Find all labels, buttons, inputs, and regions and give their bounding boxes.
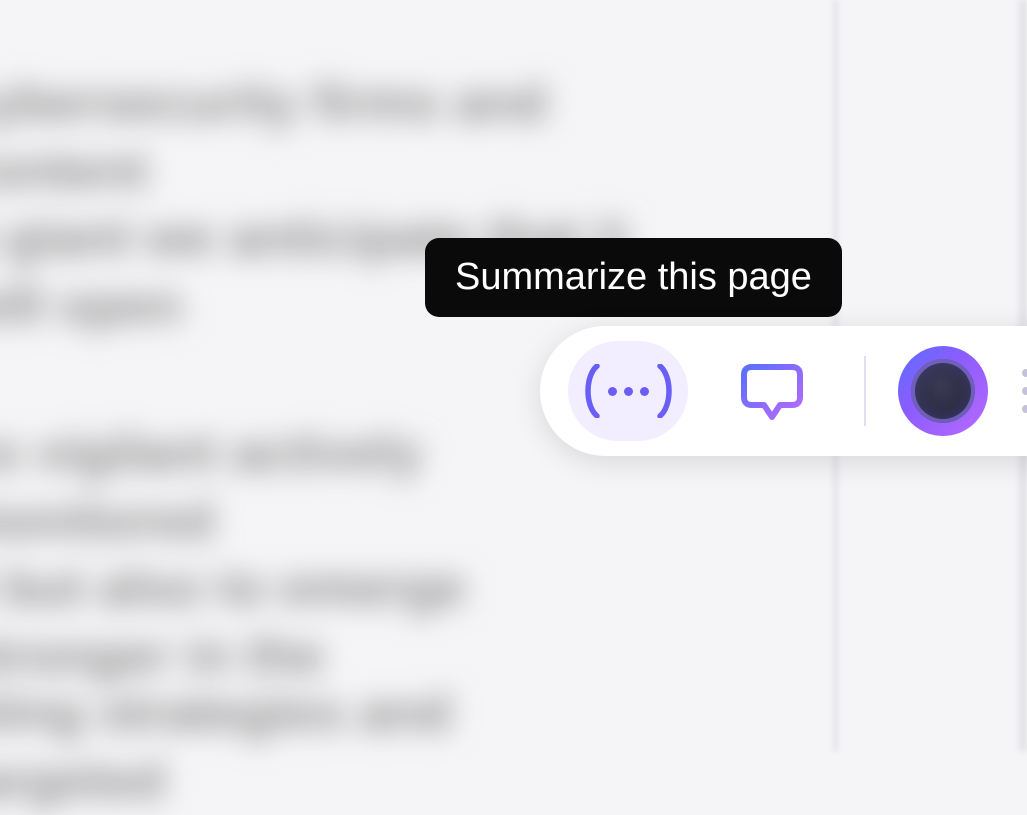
grip-dot-icon bbox=[1022, 405, 1027, 413]
grip-dot-icon bbox=[1022, 387, 1027, 395]
chat-button[interactable] bbox=[712, 341, 832, 441]
chat-bubble-icon bbox=[736, 355, 808, 427]
grip-dot-icon bbox=[1022, 369, 1027, 377]
tooltip-summarize: Summarize this page bbox=[425, 238, 842, 317]
summarize-button[interactable] bbox=[568, 341, 688, 441]
background-text-blur: eting strategies and targeted bbox=[0, 680, 560, 815]
background-text-blur: ns vigilant actively monitored e but als… bbox=[0, 420, 560, 690]
parentheses-dots-icon bbox=[581, 364, 676, 418]
drag-handle[interactable] bbox=[1022, 369, 1027, 413]
assistant-toolbar bbox=[540, 326, 1027, 456]
assistant-orb-button[interactable] bbox=[898, 346, 988, 436]
toolbar-divider bbox=[864, 356, 866, 426]
tooltip-text: Summarize this page bbox=[455, 256, 812, 298]
assistant-orb-icon bbox=[911, 359, 975, 423]
